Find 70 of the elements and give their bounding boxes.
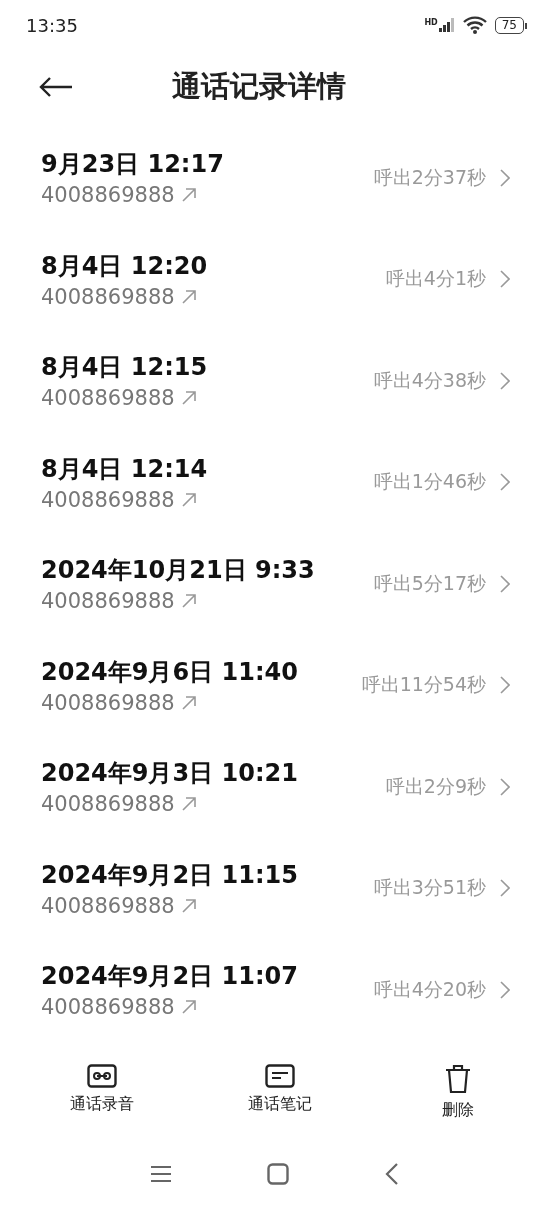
call-date: 8月4日 12:14 (41, 453, 209, 485)
outgoing-arrow-icon (180, 288, 197, 305)
toolbar-button[interactable]: 通话笔记 (240, 1063, 320, 1136)
chevron-right-icon (500, 980, 510, 999)
phone-number: 4008869888 (41, 690, 175, 715)
clock: 13:35 (26, 14, 79, 36)
call-date: 2024年10月21日 9:33 (41, 555, 316, 587)
cassette-icon (87, 1063, 117, 1088)
call-date: 8月4日 12:15 (41, 352, 209, 384)
call-date: 2024年9月2日 11:15 (41, 859, 299, 891)
call-duration: 呼出4分1秒 (385, 266, 486, 292)
call-duration: 呼出2分37秒 (373, 164, 486, 190)
chevron-right-icon (500, 574, 510, 593)
outgoing-arrow-icon (180, 897, 197, 914)
trash-icon (445, 1063, 471, 1094)
phone-number: 4008869888 (41, 893, 175, 918)
call-duration: 呼出3分51秒 (373, 875, 486, 901)
call-record-row[interactable]: 8月4日 12:20 4008869888 呼出4分1秒 (0, 228, 550, 331)
call-date: 2024年9月6日 11:40 (41, 656, 299, 688)
chevron-right-icon (500, 270, 510, 289)
outgoing-arrow-icon (180, 694, 197, 711)
call-duration: 呼出11分54秒 (361, 672, 486, 698)
chevron-right-icon (500, 676, 510, 695)
chevron-right-icon (500, 473, 510, 492)
outgoing-arrow-icon (180, 491, 197, 508)
note-icon (265, 1063, 295, 1088)
phone-number: 4008869888 (41, 487, 175, 512)
signal-icon (438, 18, 455, 32)
network-type: HD (424, 18, 438, 27)
call-duration: 呼出1分46秒 (373, 469, 486, 495)
chevron-right-icon (500, 168, 510, 187)
wifi-icon (462, 16, 487, 34)
outgoing-arrow-icon (180, 593, 197, 610)
call-record-row[interactable]: 2024年10月21日 9:33 4008869888 呼出5分17秒 (0, 533, 550, 635)
page-title: 通话记录详情 (172, 67, 346, 105)
battery-level: 75 (494, 16, 524, 34)
outgoing-arrow-icon (180, 390, 197, 407)
outgoing-arrow-icon (180, 187, 197, 204)
chevron-right-icon (500, 777, 510, 796)
toolbar-button[interactable]: 删除 (418, 1063, 498, 1136)
call-duration: 呼出4分38秒 (373, 367, 486, 393)
chevron-right-icon (500, 371, 510, 390)
call-date: 9月23日 12:17 (41, 149, 225, 181)
phone-number: 4008869888 (41, 183, 175, 208)
call-record-row[interactable]: 2024年9月6日 11:40 4008869888 呼出11分54秒 (0, 634, 550, 737)
outgoing-arrow-icon (180, 796, 197, 813)
call-record-row[interactable]: 2024年9月2日 11:07 4008869888 呼出4分20秒 (0, 939, 550, 1041)
toolbar-button[interactable]: 通话录音 (62, 1063, 142, 1136)
phone-number: 4008869888 (41, 792, 175, 817)
call-record-row[interactable]: 2024年9月3日 10:21 4008869888 呼出2分9秒 (0, 736, 550, 838)
back-icon[interactable] (385, 1162, 399, 1185)
call-date: 8月4日 12:20 (41, 250, 209, 282)
home-icon[interactable] (267, 1162, 289, 1185)
phone-number: 4008869888 (41, 995, 175, 1020)
call-duration: 呼出2分9秒 (385, 773, 486, 799)
phone-number: 4008869888 (41, 386, 175, 411)
phone-number: 4008869888 (41, 284, 175, 309)
chevron-right-icon (500, 879, 510, 898)
menu-icon[interactable] (151, 1164, 171, 1183)
call-duration: 呼出5分17秒 (373, 570, 486, 596)
call-record-row[interactable]: 9月23日 12:17 4008869888 呼出2分37秒 (0, 127, 550, 229)
call-duration: 呼出4分20秒 (373, 976, 486, 1002)
call-date: 2024年9月3日 10:21 (41, 758, 299, 790)
call-record-row[interactable]: 2024年9月2日 11:15 4008869888 呼出3分51秒 (0, 837, 550, 940)
outgoing-arrow-icon (180, 999, 197, 1016)
call-record-row[interactable]: 8月4日 12:14 4008869888 呼出1分46秒 (0, 431, 550, 534)
phone-number: 4008869888 (41, 589, 175, 614)
back-arrow-icon[interactable] (38, 75, 74, 98)
call-record-row[interactable]: 8月4日 12:15 4008869888 呼出4分38秒 (0, 330, 550, 432)
call-date: 2024年9月2日 11:07 (41, 961, 299, 993)
